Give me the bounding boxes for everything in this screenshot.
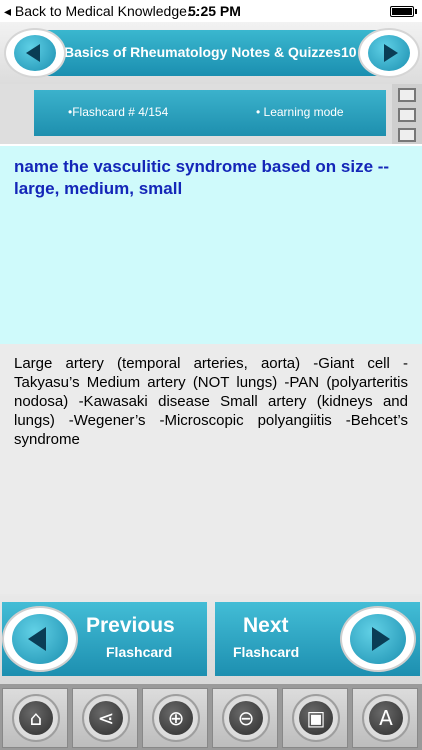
question-panel: name the vasculitic syndrome based on si…: [0, 146, 422, 344]
back-to-app-link[interactable]: ◂ Back to Medical Knowledge...: [4, 3, 199, 20]
next-sublabel: Flashcard: [233, 644, 300, 660]
answer-text: Large artery (temporal arteries, aorta) …: [14, 355, 408, 448]
flashcard-info: •Flashcard # 4/154 • Learning mode: [0, 84, 422, 144]
right-arrow-icon: [368, 35, 410, 71]
previous-arrow-button[interactable]: [2, 606, 78, 672]
zoom-in-button[interactable]: ⊕: [142, 688, 208, 748]
left-arrow-icon: [12, 614, 68, 664]
film-strip-icon[interactable]: [392, 84, 422, 144]
zoom-in-icon: ⊕: [167, 706, 185, 730]
header-next-button[interactable]: [358, 28, 420, 78]
learning-mode-label: • Learning mode: [256, 105, 344, 119]
answer-panel: Large artery (temporal arteries, aorta) …: [0, 344, 422, 594]
flashcard-info-bar: •Flashcard # 4/154 • Learning mode: [34, 90, 386, 136]
header: Basics of Rheumatology Notes & Quizzes10: [0, 22, 422, 84]
font-icon: A: [379, 706, 393, 730]
right-arrow-icon: [350, 614, 406, 664]
next-label: Next: [243, 614, 289, 637]
previous-sublabel: Flashcard: [106, 644, 173, 660]
page-title: Basics of Rheumatology Notes & Quizzes10: [64, 44, 357, 60]
battery-tip: [415, 9, 417, 14]
previous-label: Previous: [86, 614, 175, 637]
share-icon: ⋖: [97, 706, 115, 730]
flashcard-navigation: Previous Flashcard Next Flashcard: [0, 594, 422, 684]
battery-icon: [390, 6, 414, 17]
left-arrow-icon: [14, 35, 56, 71]
flashcard-counter: •Flashcard # 4/154: [68, 105, 169, 119]
header-prev-button[interactable]: [4, 28, 66, 78]
font-button[interactable]: A: [352, 688, 418, 748]
home-icon: ⌂: [29, 706, 43, 730]
image-button[interactable]: ▣: [282, 688, 348, 748]
bottom-toolbar: ⌂ ⋖ ⊕ ⊖ ▣ A: [0, 684, 422, 750]
zoom-out-icon: ⊖: [237, 706, 255, 730]
question-text: name the vasculitic syndrome based on si…: [14, 157, 390, 198]
image-icon: ▣: [306, 706, 326, 730]
status-time: 5:25 PM: [188, 3, 241, 19]
zoom-out-button[interactable]: ⊖: [212, 688, 278, 748]
status-bar: ◂ Back to Medical Knowledge... 5:25 PM: [0, 0, 422, 22]
share-button[interactable]: ⋖: [72, 688, 138, 748]
next-arrow-button[interactable]: [340, 606, 416, 672]
home-button[interactable]: ⌂: [2, 688, 68, 748]
